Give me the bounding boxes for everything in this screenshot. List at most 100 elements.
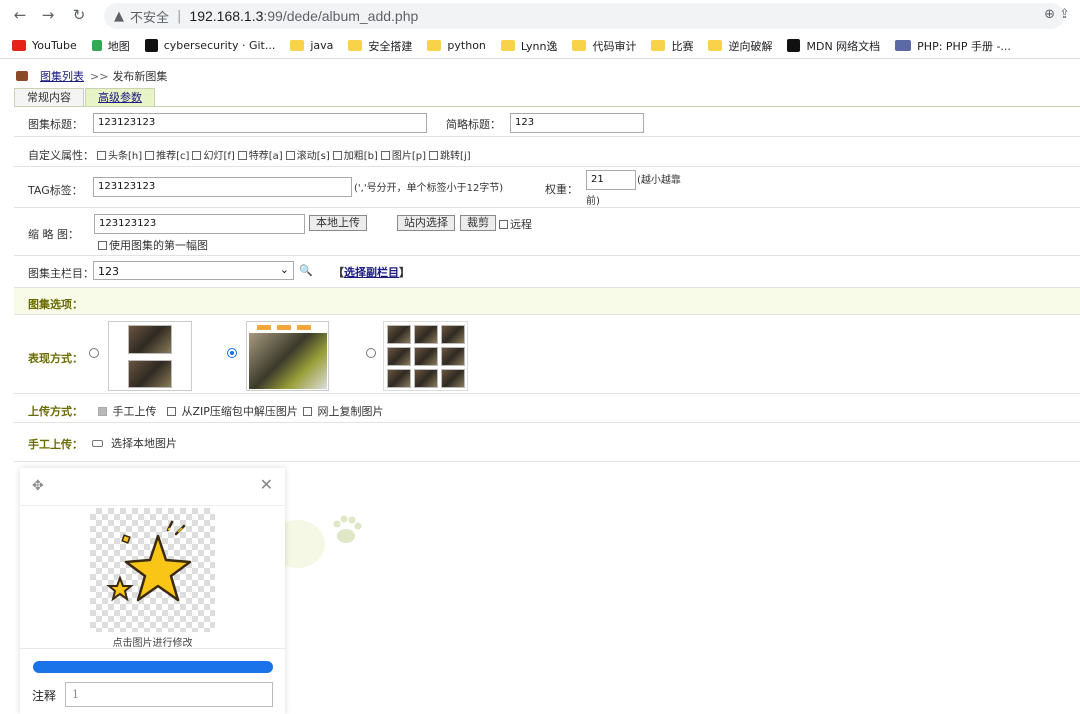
url-bar[interactable]: ▲ 不安全 | 192.168.1.3:99/dede/album_add.ph… xyxy=(104,3,1064,29)
display-radio-2[interactable] xyxy=(227,348,237,358)
tab-advanced[interactable]: 高级参数 xyxy=(85,88,155,107)
url-host: 192.168.1.3 xyxy=(189,8,264,24)
local-upload-button[interactable]: 本地上传 xyxy=(309,215,367,231)
short-title-input[interactable]: 123 xyxy=(510,113,644,133)
weight-input[interactable]: 21 xyxy=(586,170,636,190)
manual-upload-label: 手工上传： xyxy=(28,438,83,451)
checkbox-box[interactable] xyxy=(285,151,295,160)
tag-input[interactable]: 123123123 xyxy=(93,177,352,197)
paw-icon xyxy=(329,512,365,548)
checkbox-box[interactable] xyxy=(97,151,106,160)
checkbox-box[interactable] xyxy=(145,151,155,160)
popup-header: ✥ ✕ xyxy=(20,468,285,506)
site-select-button[interactable]: 站内选择 xyxy=(397,215,455,231)
custom-attr-checkbox[interactable]: 图片[p] xyxy=(380,151,426,162)
options-header: 图集选项： xyxy=(28,298,83,311)
custom-attr-checkbox[interactable]: 滚动[s] xyxy=(285,151,330,162)
tab-general[interactable]: 常规内容 xyxy=(14,88,84,107)
title-label: 图集标题： xyxy=(28,118,83,131)
bookmark-item[interactable]: 安全搭建 xyxy=(348,38,412,54)
bookmark-label: python xyxy=(447,39,486,52)
preview-image[interactable] xyxy=(90,508,215,632)
upload-web-checkbox[interactable]: 网上复制图片 xyxy=(303,403,384,419)
url-path: :99/dede/album_add.php xyxy=(263,8,419,24)
bookmark-item[interactable]: YouTube xyxy=(12,39,77,52)
grid-thumb-image xyxy=(387,369,411,388)
checkbox-box[interactable] xyxy=(380,151,390,160)
crop-button[interactable]: 裁剪 xyxy=(460,215,496,231)
display-radio-3[interactable] xyxy=(366,348,376,358)
bookmark-label: 地图 xyxy=(107,39,130,53)
bookmark-label: 代码审计 xyxy=(592,39,637,53)
back-icon[interactable]: ← xyxy=(9,6,31,24)
grid-thumb-image xyxy=(414,369,438,388)
category-select[interactable]: 123 ⌄ xyxy=(93,261,294,280)
custom-attr-label: 推荐[c] xyxy=(156,151,190,162)
github-icon xyxy=(144,39,158,52)
title-input[interactable]: 123123123 xyxy=(93,113,427,133)
custom-attr-checkbox[interactable]: 跳转[j] xyxy=(429,151,471,162)
display-option-1[interactable] xyxy=(108,321,192,391)
category-value: 123 xyxy=(98,265,119,278)
bookmark-label: MDN 网络文档 xyxy=(806,39,881,53)
thumbnail-input[interactable]: 123123123 xyxy=(94,214,305,234)
custom-attr-label: 加粗[b] xyxy=(343,151,378,162)
bookmark-item[interactable]: MDN 网络文档 xyxy=(787,38,880,54)
bookmark-label: 比赛 xyxy=(671,39,694,53)
tag-label: TAG标签： xyxy=(28,184,83,197)
custom-attr-checkbox[interactable]: 推荐[c] xyxy=(145,151,189,162)
title-row: 图集标题： 123123123 简略标题： 123 xyxy=(14,107,1080,137)
grid-thumb-image xyxy=(387,347,411,366)
select-sub-link[interactable]: 选择副栏目 xyxy=(344,266,399,279)
note-input[interactable]: 1 xyxy=(65,682,273,707)
custom-attr-checkbox[interactable]: 加粗[b] xyxy=(332,151,378,162)
warning-icon[interactable]: ▲ xyxy=(114,9,124,24)
album-list-link[interactable]: 图集列表 xyxy=(40,68,84,84)
breadcrumb-current: 发布新图集 xyxy=(112,70,168,83)
bookmark-item[interactable]: python xyxy=(427,39,486,52)
grid-thumb-image xyxy=(441,325,465,344)
display-option-2[interactable] xyxy=(246,321,329,391)
thumb-tab-3 xyxy=(297,325,311,330)
search-icon[interactable]: 🔍 xyxy=(299,264,313,277)
custom-attr-checkbox[interactable]: 幻灯[f] xyxy=(192,151,235,162)
preview-caption: 点击图片进行修改 xyxy=(112,638,193,649)
bookmark-item[interactable]: 比赛 xyxy=(651,38,693,54)
checkbox-box[interactable] xyxy=(332,151,342,160)
zoom-icon[interactable]: ⊕ ⇪ xyxy=(1044,7,1070,22)
upload-web-label: 网上复制图片 xyxy=(317,405,384,418)
checkbox-box[interactable] xyxy=(192,151,202,160)
upload-manual-checkbox[interactable]: 手工上传 xyxy=(98,403,157,419)
address-bar-row: ← → ↻ ▲ 不安全 | 192.168.1.3:99/dede/album_… xyxy=(0,0,1080,32)
move-icon[interactable]: ✥ xyxy=(32,478,44,494)
bookmark-item[interactable]: 逆向破解 xyxy=(708,38,772,54)
reload-icon[interactable]: ↻ xyxy=(68,6,90,24)
close-icon[interactable]: ✕ xyxy=(260,475,273,494)
bookmark-item[interactable]: 代码审计 xyxy=(572,38,636,54)
thumb-image-1a xyxy=(128,325,172,354)
bookmark-item[interactable]: Lynn逸 xyxy=(500,38,557,54)
not-secure-label[interactable]: 不安全 xyxy=(130,7,169,26)
upload-mode-label: 上传方式： xyxy=(28,405,83,418)
forward-icon[interactable]: → xyxy=(37,6,59,24)
select-sub-category[interactable]: 【选择副栏目】 xyxy=(333,264,410,280)
url-separator: | xyxy=(177,8,182,24)
checkbox-box[interactable] xyxy=(237,151,247,160)
display-option-3[interactable] xyxy=(383,321,468,391)
upload-zip-checkbox[interactable]: 从ZIP压缩包中解压图片 xyxy=(167,403,298,419)
checkbox-box[interactable] xyxy=(429,151,439,160)
display-radio-1[interactable] xyxy=(89,348,99,358)
choose-local-button[interactable]: 选择本地图片 xyxy=(92,435,177,451)
remote-checkbox[interactable]: 远程 xyxy=(499,216,532,232)
custom-attr-checkbox[interactable]: 特荐[a] xyxy=(237,151,283,162)
use-first-checkbox[interactable]: 使用图集的第一幅图 xyxy=(98,237,208,253)
bookmark-item[interactable]: PHP: PHP 手册 -... xyxy=(895,38,1011,54)
category-row: 图集主栏目： 123 ⌄ 🔍 【选择副栏目】 xyxy=(14,256,1080,288)
bookmark-item[interactable]: cybersecurity · Git... xyxy=(144,39,275,52)
bookmark-item[interactable]: 地图 xyxy=(91,38,130,54)
custom-attr-checkbox[interactable]: 头条[h] xyxy=(97,151,142,162)
bookmark-item[interactable]: java xyxy=(290,39,333,52)
folder-icon xyxy=(290,40,305,51)
breadcrumb-sep: >> xyxy=(90,69,109,83)
bookmarks-bar: YouTube 地图 cybersecurity · Git... java 安全搭建 p… xyxy=(0,33,1080,59)
